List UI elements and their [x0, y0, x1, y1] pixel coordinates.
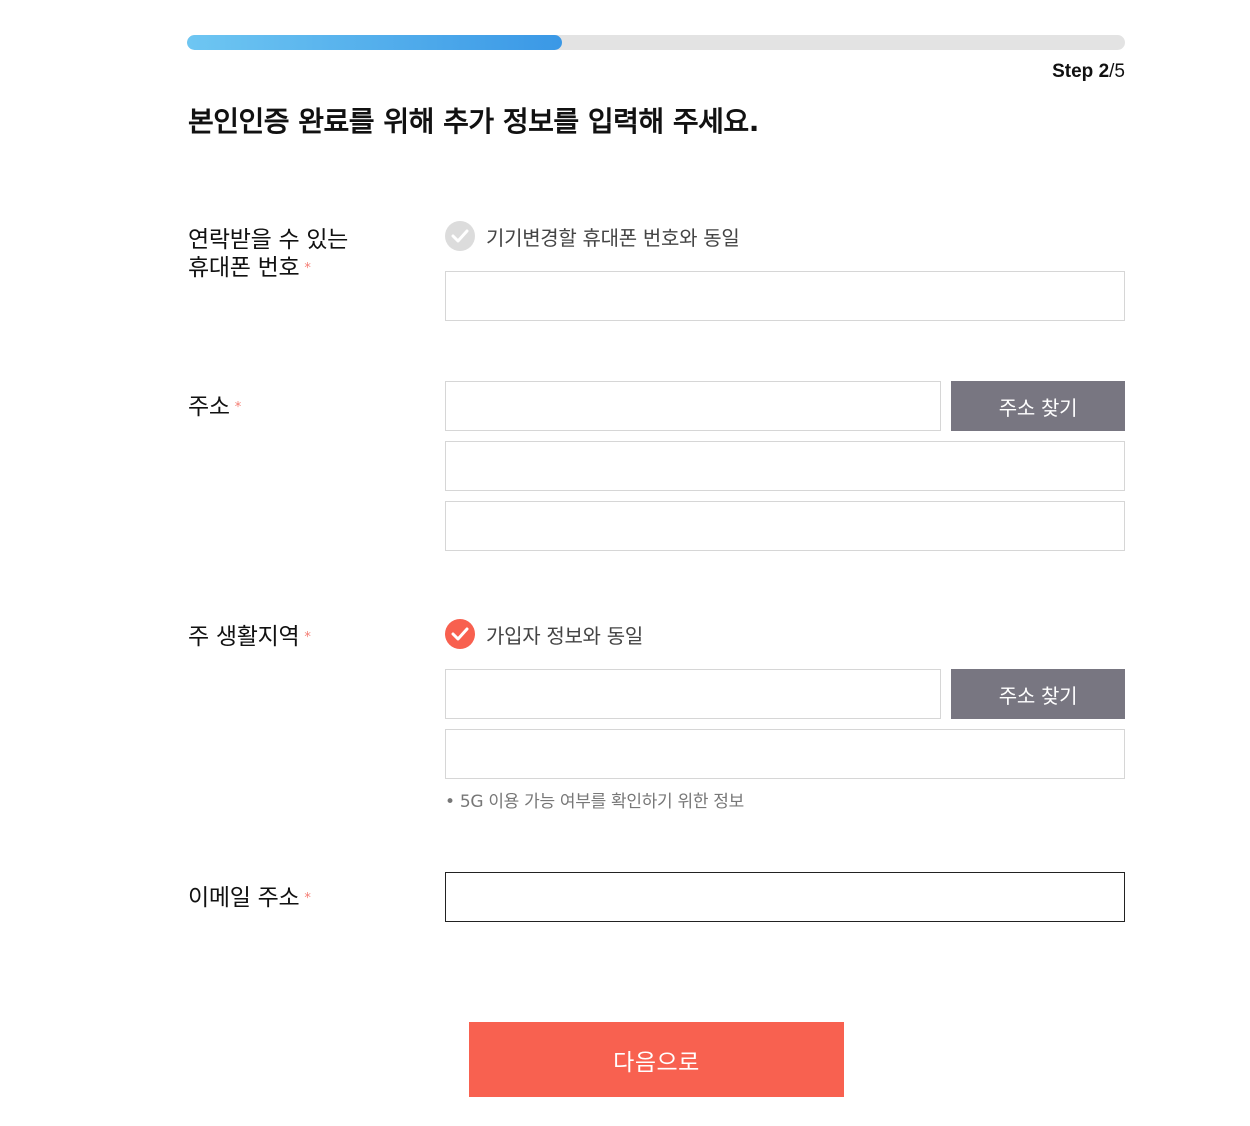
address-line2-input[interactable]	[445, 501, 1125, 551]
required-asterisk: *	[304, 629, 311, 645]
same-as-subscriber-label: 가입자 정보와 동일	[486, 623, 643, 648]
check-icon	[445, 619, 475, 649]
check-icon	[445, 221, 475, 251]
additional-info-form-page: Step 2/5 본인인증 완료를 위해 추가 정보를 입력해 주세요. 연락받…	[0, 0, 1250, 1126]
same-as-subscriber-checkbox[interactable]: 가입자 정보와 동일	[445, 619, 643, 649]
same-as-device-phone-label: 기기변경할 휴대폰 번호와 동일	[486, 225, 740, 250]
phone-label-line1: 연락받을 수 있는	[188, 227, 349, 253]
next-button[interactable]: 다음으로	[469, 1022, 844, 1097]
step-current: 2	[1098, 61, 1110, 82]
same-as-device-phone-checkbox[interactable]: 기기변경할 휴대폰 번호와 동일	[445, 221, 740, 251]
region-zip-input[interactable]	[445, 669, 941, 719]
step-indicator: Step 2/5	[1052, 61, 1125, 83]
progress-bar-fill	[187, 35, 563, 50]
step-total: /5	[1109, 61, 1125, 82]
phone-label-line2: 휴대폰 번호	[188, 255, 300, 281]
address-label: 주소	[188, 394, 230, 420]
region-label: 주 생활지역	[188, 624, 300, 650]
email-input[interactable]	[445, 872, 1125, 922]
region-field-label: 주 생활지역 *	[188, 623, 311, 652]
required-asterisk: *	[304, 890, 311, 906]
email-label: 이메일 주소	[188, 885, 300, 911]
address-zip-input[interactable]	[445, 381, 941, 431]
required-asterisk: *	[234, 399, 242, 415]
page-title: 본인인증 완료를 위해 추가 정보를 입력해 주세요.	[188, 105, 759, 138]
address-field-label: 주소 *	[188, 393, 241, 422]
region-helper-note: • 5G 이용 가능 여부를 확인하기 위한 정보	[445, 792, 744, 812]
required-asterisk: *	[304, 260, 311, 276]
progress-bar	[187, 35, 1125, 50]
phone-field-label: 연락받을 수 있는 휴대폰 번호 *	[188, 226, 348, 283]
step-word: Step	[1052, 61, 1094, 82]
address-line1-input[interactable]	[445, 441, 1125, 491]
phone-number-input[interactable]	[445, 271, 1125, 321]
address-search-button[interactable]: 주소 찾기	[951, 381, 1125, 431]
region-detail-input[interactable]	[445, 729, 1125, 779]
region-search-button[interactable]: 주소 찾기	[951, 669, 1125, 719]
email-field-label: 이메일 주소 *	[188, 884, 311, 913]
